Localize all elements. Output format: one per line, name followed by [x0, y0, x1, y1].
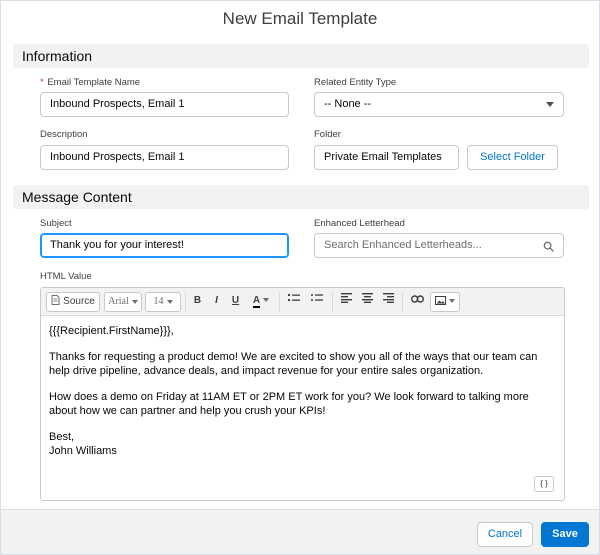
signoff: Best,: [49, 431, 75, 443]
chevron-down-icon: [263, 298, 270, 303]
bold-button[interactable]: B: [189, 292, 206, 312]
chevron-down-icon: [131, 299, 138, 304]
template-name-input[interactable]: Inbound Prospects, Email 1: [40, 92, 289, 117]
subject-label: Subject: [40, 218, 72, 229]
align-center-icon[interactable]: [358, 292, 376, 312]
source-button[interactable]: Source: [46, 292, 100, 312]
section-message-content-title: Message Content: [22, 189, 132, 205]
body-paragraph: How does a demo on Friday at 11AM ET or …: [49, 391, 529, 417]
description-input[interactable]: Inbound Prospects, Email 1: [40, 145, 289, 170]
letterhead-placeholder: Search Enhanced Letterheads...: [324, 239, 482, 251]
modal-header: New Email Template: [1, 1, 599, 39]
select-folder-button[interactable]: Select Folder: [467, 145, 558, 170]
insert-image-button[interactable]: [430, 292, 460, 312]
editor-content[interactable]: {{{Recipient.FirstName}}}, Thanks for re…: [49, 324, 554, 458]
align-left-icon[interactable]: [337, 292, 355, 312]
related-entity-select[interactable]: -- None --: [314, 92, 564, 117]
toolbar-divider: [332, 292, 333, 312]
html-editor[interactable]: Source Arial 14 B I U A {{{Recipient.Fir…: [40, 287, 565, 501]
code-view-button[interactable]: { }: [534, 476, 554, 492]
folder-input[interactable]: Private Email Templates: [314, 145, 459, 170]
section-information: Information: [13, 44, 589, 68]
related-entity-label: Related Entity Type: [314, 77, 397, 88]
required-marker: *: [40, 77, 44, 88]
modal-title: New Email Template: [222, 9, 378, 28]
modal-footer: Cancel Save: [1, 509, 599, 554]
editor-toolbar: Source Arial 14 B I U A: [41, 288, 564, 316]
font-family-select[interactable]: Arial: [104, 292, 142, 312]
chevron-down-icon: [546, 102, 554, 107]
toolbar-divider: [185, 292, 186, 312]
subject-input[interactable]: Thank you for your interest!: [40, 233, 289, 258]
letterhead-label: Enhanced Letterhead: [314, 218, 405, 229]
search-icon: [543, 241, 554, 252]
numbered-list-icon[interactable]: [284, 292, 304, 312]
link-icon[interactable]: [407, 292, 427, 312]
greeting-line: {{{Recipient.FirstName}}},: [49, 325, 174, 337]
body-paragraph: Thanks for requesting a product demo! We…: [49, 351, 538, 377]
cancel-button[interactable]: Cancel: [477, 522, 533, 547]
related-entity-value: -- None --: [324, 98, 372, 110]
document-icon: [51, 295, 60, 305]
signature: John Williams: [49, 445, 117, 457]
chevron-down-icon: [449, 299, 455, 304]
save-button[interactable]: Save: [541, 522, 589, 547]
template-name-label: * Email Template Name: [40, 77, 141, 88]
new-email-template-modal: New Email Template Information * Email T…: [0, 0, 600, 555]
text-color-button[interactable]: A: [247, 292, 275, 312]
section-information-title: Information: [22, 48, 93, 64]
font-size-select[interactable]: 14: [145, 292, 181, 312]
section-message-content: Message Content: [13, 185, 589, 209]
align-right-icon[interactable]: [379, 292, 397, 312]
html-value-label: HTML Value: [40, 271, 92, 282]
letterhead-search-input[interactable]: Search Enhanced Letterheads...: [314, 233, 564, 258]
underline-button[interactable]: U: [227, 292, 244, 312]
bullet-list-icon[interactable]: [307, 292, 327, 312]
image-icon: [435, 296, 446, 305]
toolbar-divider: [279, 292, 280, 312]
toolbar-divider: [402, 292, 403, 312]
folder-label: Folder: [314, 129, 341, 140]
chevron-down-icon: [166, 299, 173, 304]
italic-button[interactable]: I: [208, 292, 225, 312]
description-label: Description: [40, 129, 88, 140]
